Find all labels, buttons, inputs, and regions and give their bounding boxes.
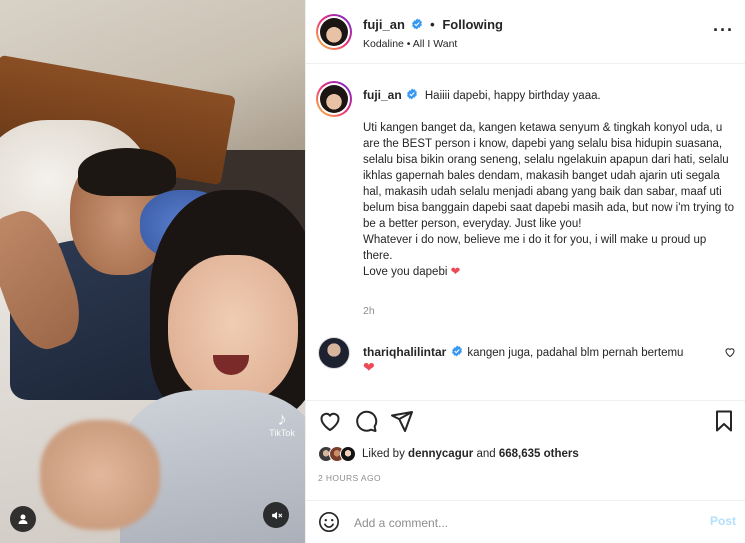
post-header: fuji_an • Following Kodaline • All I Wan… [306, 0, 745, 64]
verified-badge-icon [411, 18, 422, 30]
likes-summary[interactable]: Liked by dennycagur and 668,635 others [318, 445, 579, 463]
audio-attribution[interactable]: Kodaline • All I Want [363, 38, 457, 50]
verified-badge-icon [452, 345, 463, 357]
verified-badge-icon [406, 88, 417, 100]
liked-by-prefix: Liked by [362, 448, 405, 460]
add-comment-bar: Post [306, 500, 745, 543]
caption-timestamp[interactable]: 2h [363, 305, 375, 317]
video-girl-face [168, 255, 298, 405]
caption-paragraph: Uti kangen banget da, kangen ketawa seny… [363, 122, 735, 230]
comments-section: fuji_an Haiiii dapebi, happy birthday ya… [306, 65, 745, 399]
red-heart-icon: ❤ [450, 266, 461, 278]
tiktok-watermark-label: TikTok [269, 428, 295, 438]
liked-by-and: and [476, 448, 496, 460]
emoji-smiley-icon[interactable] [318, 511, 340, 533]
like-heart-icon[interactable] [318, 409, 342, 433]
author-avatar[interactable] [316, 14, 352, 50]
comment-text: kangen juga, padahal blm pernah bertemu [467, 347, 684, 359]
comment-item: thariqhalilintar kangen juga, padahal bl… [363, 344, 713, 361]
post-comment-button[interactable]: Post [710, 514, 736, 528]
caption-author-avatar[interactable] [316, 81, 352, 117]
more-horizontal-icon: ··· [713, 20, 734, 40]
video-hand [40, 420, 160, 530]
share-paper-plane-icon[interactable] [390, 409, 414, 433]
header-separator: • [430, 17, 435, 32]
comment-like-heart-icon[interactable] [724, 346, 736, 358]
caption-username[interactable]: fuji_an [363, 88, 402, 102]
speaker-muted-icon [271, 511, 282, 519]
video-man-hair [78, 148, 176, 196]
liked-by-user[interactable]: dennycagur [408, 448, 473, 460]
likes-text: Liked by dennycagur and 668,635 others [362, 448, 579, 460]
tagged-users-button[interactable] [10, 506, 36, 532]
author-line: fuji_an • Following [363, 17, 503, 32]
mute-button[interactable] [263, 502, 289, 528]
author-username[interactable]: fuji_an [363, 17, 405, 32]
caption-love-line: Love you dapebi [363, 266, 448, 278]
following-button[interactable]: Following [442, 17, 503, 32]
more-options-button[interactable]: ··· [713, 20, 734, 40]
comment-input[interactable] [354, 513, 684, 533]
commenter-username[interactable]: thariqhalilintar [363, 345, 446, 359]
caption-first-line: Haiiii dapebi, happy birthday yaaa. [424, 90, 601, 102]
tiktok-note-icon: ♪ [277, 409, 287, 429]
comment-red-heart-icon: ❤ [363, 359, 375, 375]
post-actions: Liked by dennycagur and 668,635 others 2… [306, 400, 745, 500]
post-timestamp[interactable]: 2 HOURS AGO [318, 473, 381, 483]
caption-whatever-line: Whatever i do now, believe me i do it fo… [363, 234, 707, 262]
commenter-avatar[interactable] [318, 337, 350, 369]
save-bookmark-icon[interactable] [712, 409, 736, 433]
tiktok-watermark: ♪ TikTok [262, 410, 302, 438]
post-caption: fuji_an Haiiii dapebi, happy birthday ya… [363, 87, 735, 280]
post-video[interactable]: ♪ TikTok [0, 0, 305, 543]
post-panel: fuji_an • Following Kodaline • All I Wan… [305, 0, 745, 543]
liked-by-count[interactable]: 668,635 others [499, 448, 579, 460]
comment-bubble-icon[interactable] [354, 409, 378, 433]
liker-avatar [340, 446, 356, 462]
user-icon [18, 514, 28, 524]
